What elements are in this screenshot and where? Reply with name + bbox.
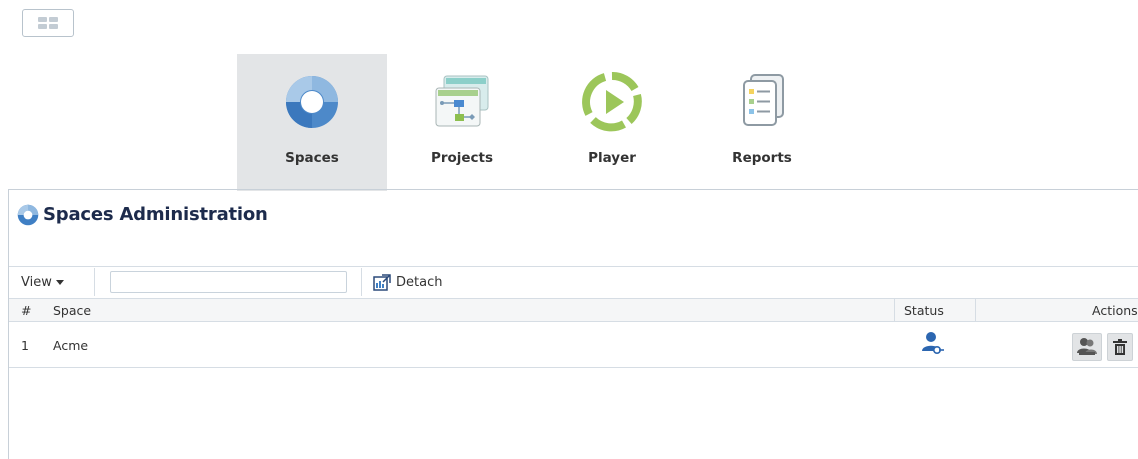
nav-label-projects: Projects: [430, 150, 494, 166]
detach-icon: [373, 274, 391, 291]
nav-item-spaces[interactable]: Spaces: [237, 54, 387, 191]
nav-label-player: Player: [588, 150, 636, 166]
view-menu-button[interactable]: View: [21, 275, 64, 290]
column-header-actions[interactable]: Actions: [1092, 303, 1138, 318]
nav-item-projects[interactable]: Projects: [387, 54, 537, 191]
spaces-icon: [286, 76, 338, 128]
column-header-number[interactable]: #: [21, 303, 31, 318]
trash-icon: [1113, 339, 1127, 355]
grid-icon: [38, 17, 58, 29]
detach-label: Detach: [396, 275, 443, 290]
player-icon: [582, 72, 642, 132]
nav-item-reports[interactable]: Reports: [687, 54, 837, 191]
nav-label-reports: Reports: [732, 150, 792, 166]
table-header: # Space Status Actions: [9, 299, 1138, 322]
detach-button[interactable]: Detach: [373, 274, 442, 291]
nav-label-spaces: Spaces: [285, 150, 339, 166]
space-name: Acme: [53, 338, 89, 353]
main-nav: Spaces Projects Player Reports: [237, 54, 837, 191]
filter-input[interactable]: [110, 271, 347, 293]
column-divider: [975, 299, 976, 322]
table-row[interactable]: 1 Acme: [9, 322, 1138, 368]
reports-icon: [743, 74, 784, 126]
row-number: 1: [21, 338, 29, 353]
app-launcher-button[interactable]: [22, 9, 74, 37]
nav-item-player[interactable]: Player: [537, 54, 687, 191]
caret-down-icon: [55, 280, 64, 285]
column-header-space[interactable]: Space: [53, 303, 91, 318]
column-divider: [894, 299, 895, 322]
user-key-icon: [922, 332, 944, 355]
column-header-status[interactable]: Status: [904, 303, 944, 318]
toolbar-divider: [361, 268, 362, 296]
view-menu-label: View: [21, 275, 52, 290]
page-title: Spaces Administration: [43, 204, 268, 225]
users-icon: [1077, 338, 1097, 355]
manage-members-button[interactable]: [1072, 333, 1102, 361]
toolbar-divider: [94, 268, 95, 296]
spaces-icon: [17, 204, 39, 226]
delete-button[interactable]: [1107, 333, 1133, 361]
projects-icon: [435, 75, 489, 127]
